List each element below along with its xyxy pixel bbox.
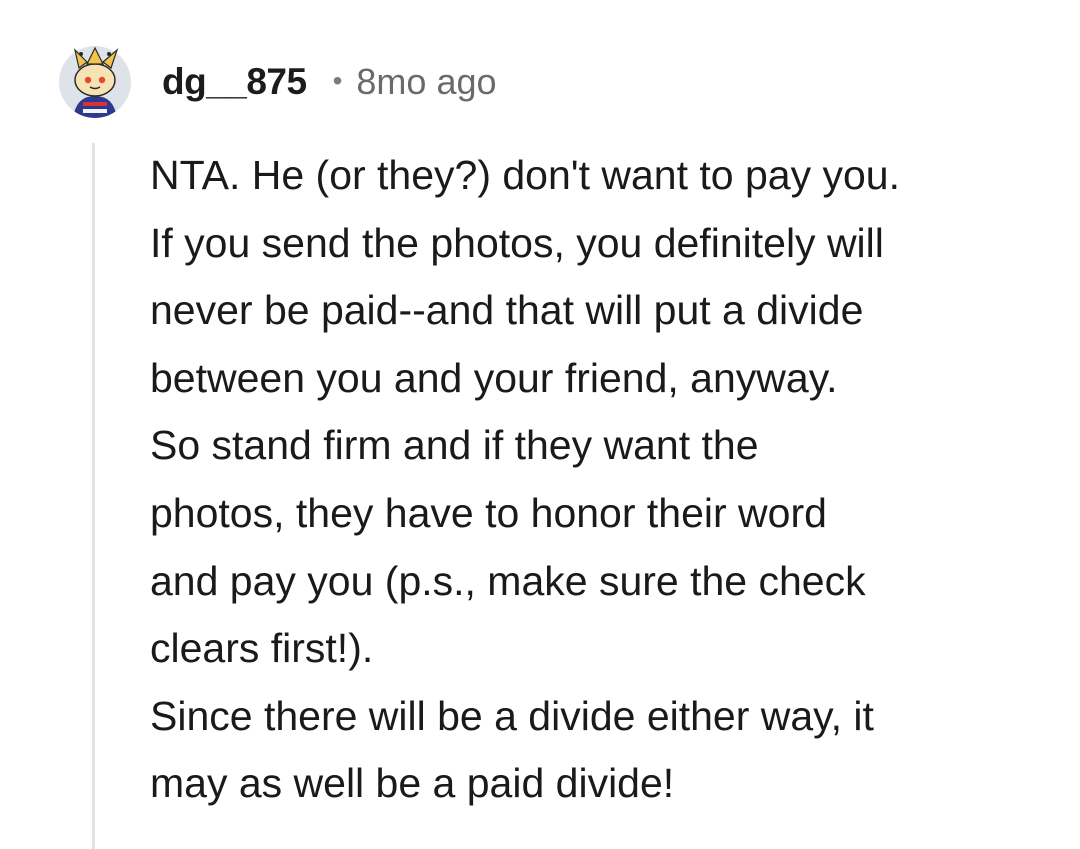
username-link[interactable]: dg__875: [162, 61, 307, 103]
comment-body-line: never be paid--and that will put a divid…: [150, 287, 864, 334]
separator-dot: •: [332, 65, 343, 96]
comment-body-line: If you send the photos, you definitely w…: [150, 219, 884, 266]
comment-body-line: between you and your friend, anyway.: [150, 354, 838, 401]
comment: dg__875 • 8mo ago NTA. He (or they?) don…: [0, 0, 1080, 849]
comment-body-line: Since there will be a divide either way,…: [150, 692, 874, 739]
comment-body-line: photos, they have to honor their word: [150, 489, 827, 536]
thread-line[interactable]: [92, 143, 95, 849]
snoo-avatar-icon: [59, 46, 131, 118]
comment-body-line: and pay you (p.s., make sure the check: [150, 557, 866, 604]
comment-body-line: So stand firm and if they want the: [150, 422, 759, 469]
comment-body-line: clears first!).: [150, 625, 374, 672]
avatar[interactable]: [57, 40, 133, 118]
comment-body: NTA. He (or they?) don't want to pay you…: [150, 142, 1050, 818]
comment-header: dg__875 • 8mo ago: [162, 58, 497, 106]
comment-body-line: may as well be a paid divide!: [150, 760, 675, 807]
comment-timestamp[interactable]: 8mo ago: [356, 61, 496, 103]
comment-body-line: NTA. He (or they?) don't want to pay you…: [150, 152, 900, 198]
